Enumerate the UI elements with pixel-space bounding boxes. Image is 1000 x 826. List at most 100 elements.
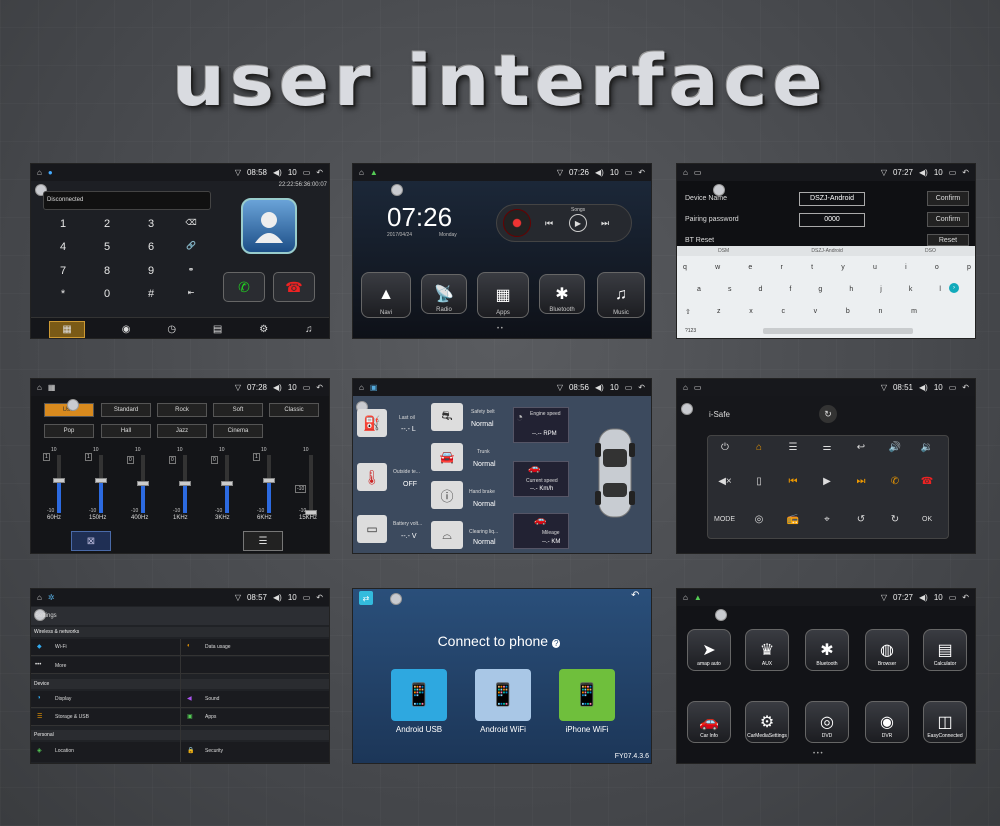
eq-knob[interactable]: [95, 478, 107, 484]
key-c[interactable]: c: [781, 308, 785, 315]
music-tab-icon[interactable]: ♫: [305, 324, 313, 335]
eq-slider[interactable]: [305, 455, 317, 515]
eq-slider[interactable]: [221, 455, 233, 513]
disc-icon[interactable]: ◎: [748, 514, 770, 525]
preset-rock[interactable]: Rock: [157, 403, 207, 417]
key-s[interactable]: s: [728, 286, 732, 293]
mute-icon[interactable]: ◀×: [714, 476, 736, 487]
eq-slider[interactable]: [137, 455, 149, 513]
volume-icon[interactable]: ◀): [273, 168, 282, 177]
key-d[interactable]: d: [758, 286, 762, 293]
key-9[interactable]: 9: [131, 265, 171, 277]
rotate-right-icon[interactable]: ↻: [884, 514, 906, 525]
shift-icon[interactable]: ⇧: [685, 308, 691, 316]
suggestion[interactable]: DSO: [925, 248, 936, 254]
eq-knob[interactable]: [221, 481, 233, 486]
key-l[interactable]: l: [939, 286, 941, 293]
key-1[interactable]: 1: [43, 218, 83, 230]
display-item[interactable]: Display: [55, 696, 71, 702]
recent-icon[interactable]: ▭: [625, 383, 633, 392]
key-e[interactable]: e: [748, 264, 752, 271]
home-icon[interactable]: ⌂: [359, 168, 364, 177]
home-icon[interactable]: ⌂: [359, 383, 364, 392]
recent-icon[interactable]: ▭: [949, 168, 957, 177]
apps-item[interactable]: Apps: [205, 714, 216, 720]
home-icon[interactable]: ⌂: [683, 383, 688, 392]
hangup-button-icon[interactable]: ☎: [273, 272, 315, 302]
vol-up-icon[interactable]: 🔊: [884, 442, 906, 453]
volume-icon[interactable]: ◀): [595, 383, 604, 392]
call-icon[interactable]: ✆: [884, 476, 906, 487]
next-track-icon[interactable]: ⏭: [850, 476, 872, 487]
key-5[interactable]: 5: [87, 241, 127, 253]
eq-settings-icon[interactable]: ☰: [243, 531, 283, 551]
eq-knob[interactable]: [53, 478, 65, 484]
back-icon[interactable]: ↶: [316, 383, 323, 392]
home-icon[interactable]: ⌂: [37, 383, 42, 392]
help-icon[interactable]: ?: [551, 639, 561, 648]
eq-slider[interactable]: [53, 455, 65, 513]
iphone-wifi-option[interactable]: 📱: [559, 669, 615, 721]
home-icon[interactable]: ⌂: [683, 593, 688, 602]
phone-device-icon[interactable]: ▯: [748, 476, 770, 487]
call-button-icon[interactable]: ✆: [223, 272, 265, 302]
key-v[interactable]: v: [814, 308, 818, 315]
home-icon[interactable]: ⌂: [37, 593, 42, 602]
confirm-button[interactable]: Confirm: [927, 191, 969, 206]
key-u[interactable]: u: [873, 264, 877, 271]
home-icon[interactable]: ⌂: [683, 168, 688, 177]
recent-icon[interactable]: ▭: [625, 168, 633, 177]
dialpad-tab-icon[interactable]: ▦: [49, 320, 85, 338]
volume-icon[interactable]: ◀): [273, 593, 282, 602]
enter-icon[interactable]: ›: [949, 283, 959, 293]
surround-icon[interactable]: ⊠: [71, 531, 111, 551]
key-i[interactable]: i: [905, 264, 907, 271]
volume-icon[interactable]: ◀): [919, 168, 928, 177]
data-usage-item[interactable]: Data usage: [205, 644, 231, 650]
preset-cinema[interactable]: Cinema: [213, 424, 263, 438]
hangup-icon[interactable]: ☎: [916, 476, 938, 487]
location-item[interactable]: Location: [55, 748, 74, 754]
recent-icon[interactable]: ▭: [949, 593, 957, 602]
back-icon[interactable]: ↶: [638, 383, 645, 392]
key-m[interactable]: m: [911, 308, 917, 315]
key-g[interactable]: g: [818, 286, 822, 293]
reset-button[interactable]: Reset: [927, 234, 969, 246]
recent-icon[interactable]: ▭: [303, 168, 311, 177]
key-2[interactable]: 2: [87, 218, 127, 230]
key-j[interactable]: j: [880, 286, 882, 293]
volume-icon[interactable]: ◀): [595, 168, 604, 177]
next-icon[interactable]: ⏭: [601, 218, 609, 229]
recent-icon[interactable]: ▭: [303, 383, 311, 392]
back-icon[interactable]: ↶: [638, 168, 645, 177]
key-star[interactable]: *: [43, 288, 83, 300]
prev-track-icon[interactable]: ⏮: [782, 476, 804, 487]
recent-icon[interactable]: ▭: [303, 593, 311, 602]
rotate-left-icon[interactable]: ↺: [850, 514, 872, 525]
key-p[interactable]: p: [967, 264, 971, 271]
volume-icon[interactable]: ◀): [919, 383, 928, 392]
key-y[interactable]: y: [841, 264, 845, 271]
key-8[interactable]: 8: [87, 265, 127, 277]
menu-icon[interactable]: ☰: [782, 442, 804, 453]
device-name-field[interactable]: DSZJ-Android: [799, 192, 865, 206]
eq-slider[interactable]: [263, 455, 275, 513]
eq-slider[interactable]: [95, 455, 107, 513]
transfer-icon[interactable]: ⇤: [171, 288, 211, 297]
sound-item[interactable]: Sound: [205, 696, 219, 702]
settings-tab-icon[interactable]: ⚙: [259, 324, 268, 335]
wifi-item[interactable]: Wi-Fi: [55, 644, 67, 650]
back-icon[interactable]: ↶: [316, 593, 323, 602]
preset-standard[interactable]: Standard: [101, 403, 151, 417]
suggestion[interactable]: DSZJ-Android: [811, 248, 842, 254]
mode-key[interactable]: MODE: [714, 516, 735, 523]
key-7[interactable]: 7: [43, 265, 83, 277]
key-x[interactable]: x: [749, 308, 753, 315]
suggestion[interactable]: DSM: [718, 248, 729, 254]
key-q[interactable]: q: [683, 264, 687, 271]
ok-key[interactable]: OK: [922, 516, 932, 523]
eq-knob[interactable]: [137, 481, 149, 486]
return-icon[interactable]: ↩: [850, 442, 872, 453]
more-item[interactable]: More: [55, 663, 66, 669]
eq-slider[interactable]: [179, 455, 191, 513]
